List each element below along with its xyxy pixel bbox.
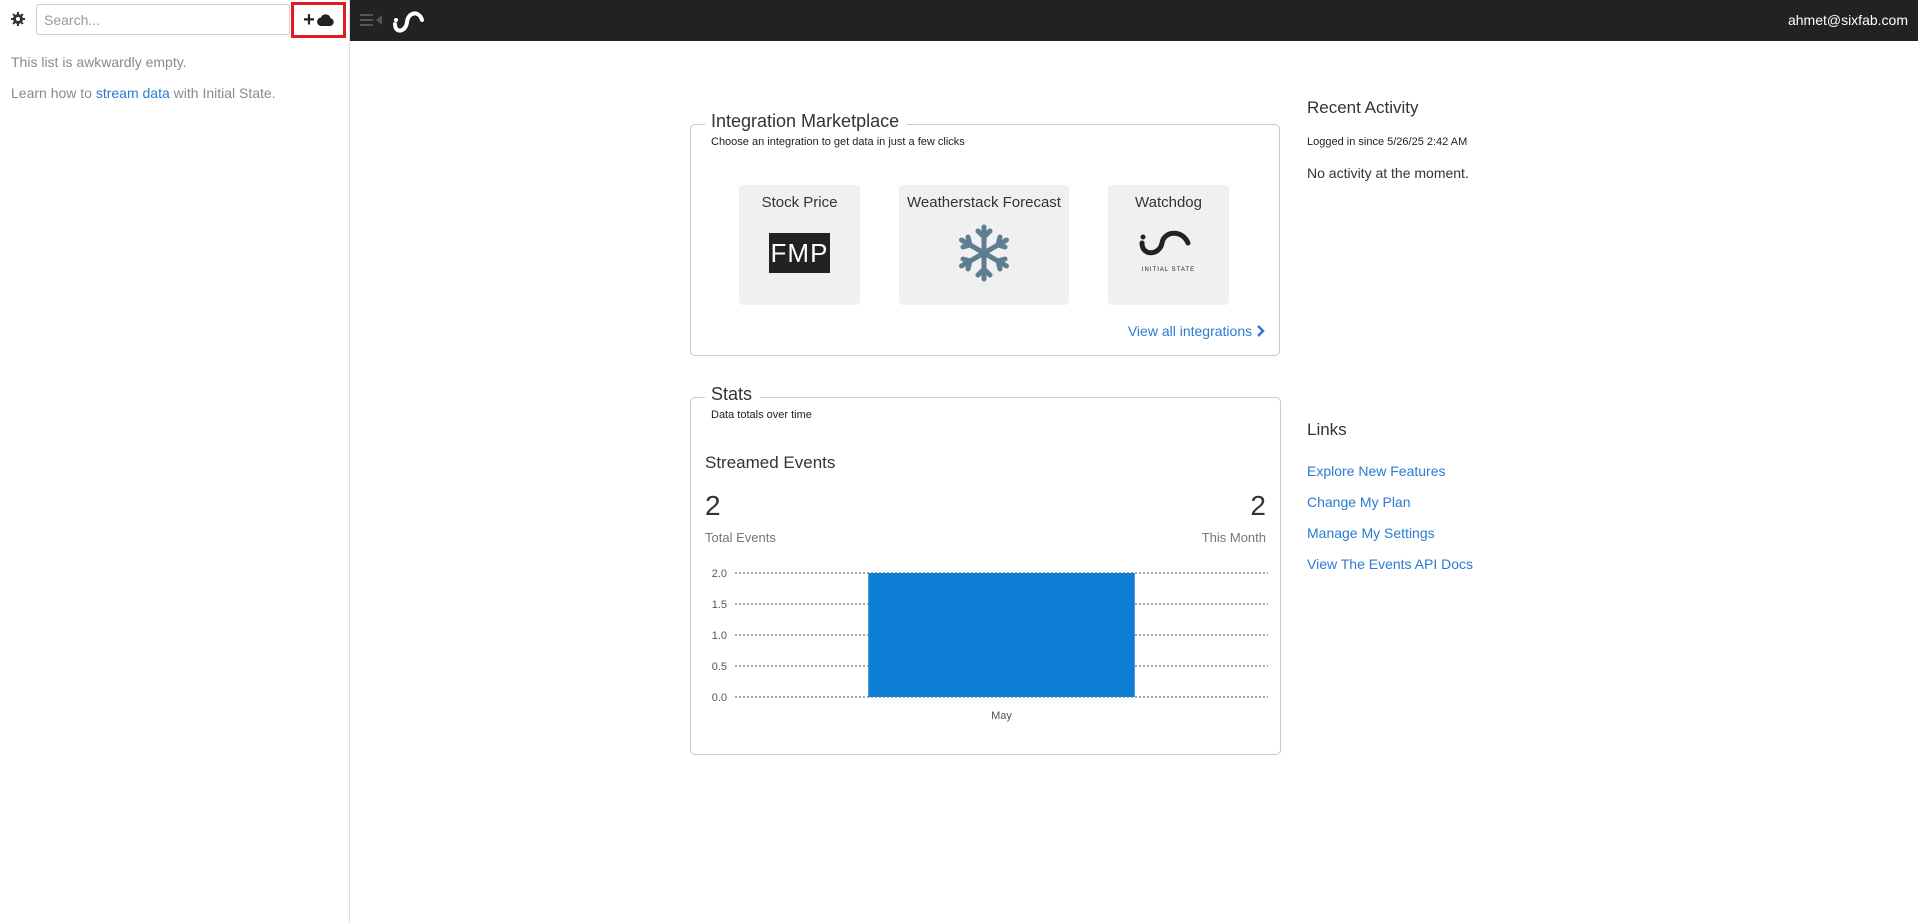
integration-card-weatherstack[interactable]: Weatherstack Forecast — [899, 185, 1069, 305]
card-label: Watchdog — [1135, 194, 1202, 211]
chart-y-tick-label: 1.0 — [712, 630, 727, 642]
streamed-events-title: Streamed Events — [705, 453, 836, 472]
view-all-label: View all integrations — [1127, 323, 1253, 339]
marketplace-title: Integration Marketplace — [705, 111, 908, 132]
gear-icon[interactable] — [10, 11, 26, 27]
streamed-events-chart: 0.0 0.5 1.0 1.5 2.0 May — [712, 568, 1268, 722]
search-input[interactable] — [36, 4, 290, 35]
no-activity-message: No activity at the moment. — [1307, 165, 1469, 181]
add-stream-button[interactable]: + — [291, 2, 346, 38]
view-all-integrations-link[interactable]: View all integrations — [1128, 323, 1265, 339]
chart-y-tick-label: 0.5 — [712, 661, 727, 673]
stream-data-link[interactable]: stream data — [96, 85, 170, 101]
change-my-plan-link[interactable]: Change My Plan — [1307, 494, 1411, 510]
app-root: + This list is awkwardly empty. Learn ho… — [0, 0, 1918, 923]
fmp-logo: FMP — [769, 233, 830, 273]
this-month-label: This Month — [1201, 530, 1266, 545]
top-navbar: ahmet@sixfab.com — [350, 0, 1918, 41]
logged-in-since: Logged in since 5/26/25 2:42 AM — [1307, 136, 1468, 148]
chart-bar — [868, 573, 1135, 697]
integration-card-stock-price[interactable]: Stock Price FMP — [739, 185, 860, 305]
stats-title: Stats — [705, 384, 761, 405]
marketplace-subtitle: Choose an integration to get data in jus… — [711, 136, 965, 148]
events-api-docs-link[interactable]: View The Events API Docs — [1307, 556, 1473, 572]
initial-state-logo — [1139, 230, 1191, 256]
empty-list-message: This list is awkwardly empty. — [11, 54, 187, 70]
plus-icon: + — [303, 9, 315, 31]
integration-marketplace-panel: Integration Marketplace Choose an integr… — [690, 111, 1280, 356]
total-events-value: 2 — [705, 490, 721, 521]
cloud-icon — [316, 14, 334, 26]
chart-y-tick-label: 0.0 — [712, 692, 727, 704]
stats-panel: Stats Data totals over time Streamed Eve… — [690, 384, 1281, 755]
collapse-sidebar-icon[interactable] — [360, 12, 384, 28]
initial-state-wordmark: INITIAL STATE — [1141, 267, 1196, 273]
chevron-right-icon — [1257, 325, 1265, 337]
initial-state-logo[interactable] — [392, 8, 426, 34]
stats-subtitle: Data totals over time — [711, 409, 812, 421]
manage-my-settings-link[interactable]: Manage My Settings — [1307, 525, 1435, 541]
card-label: Stock Price — [761, 194, 838, 211]
recent-activity-title: Recent Activity — [1307, 98, 1419, 117]
links-title: Links — [1307, 420, 1347, 439]
sidebar: + This list is awkwardly empty. Learn ho… — [0, 0, 350, 923]
integration-card-watchdog[interactable]: Watchdog INITIAL STATE — [1108, 185, 1229, 305]
this-month-value: 2 — [1250, 490, 1266, 521]
learn-prefix: Learn how to — [11, 85, 92, 101]
card-label: Weatherstack Forecast — [907, 194, 1061, 211]
chart-y-tick-label: 2.0 — [712, 568, 727, 580]
sidebar-toolbar: + — [0, 0, 350, 41]
chart-y-tick-label: 1.5 — [712, 599, 727, 611]
learn-suffix: with Initial State. — [173, 85, 276, 101]
total-events-label: Total Events — [705, 530, 776, 545]
snowflake-icon — [959, 224, 1009, 282]
explore-new-features-link[interactable]: Explore New Features — [1307, 463, 1446, 479]
user-email[interactable]: ahmet@sixfab.com — [1788, 12, 1908, 28]
learn-stream-text: Learn how to stream data with Initial St… — [11, 85, 276, 101]
chart-x-tick-label: May — [991, 710, 1012, 722]
